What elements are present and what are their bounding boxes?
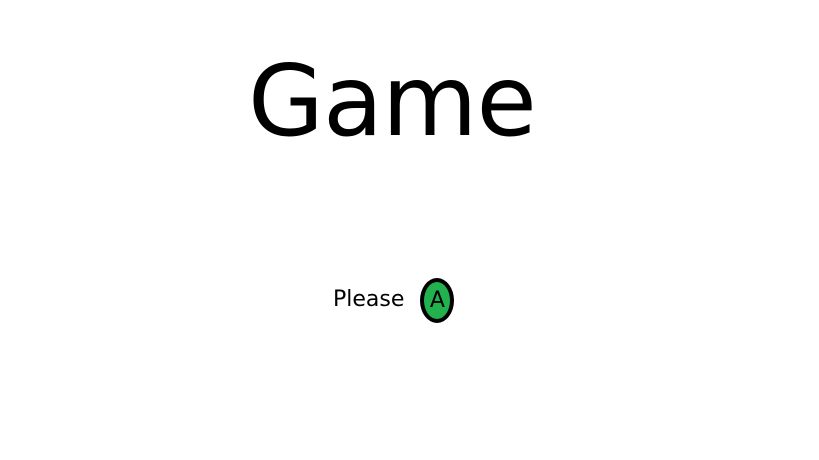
title-screen: Game Please A	[0, 0, 819, 460]
prompt-label: Please	[333, 287, 405, 312]
press-a-prompt: Please A	[333, 278, 455, 323]
game-title: Game	[248, 45, 537, 159]
a-button-icon: A	[420, 278, 455, 323]
